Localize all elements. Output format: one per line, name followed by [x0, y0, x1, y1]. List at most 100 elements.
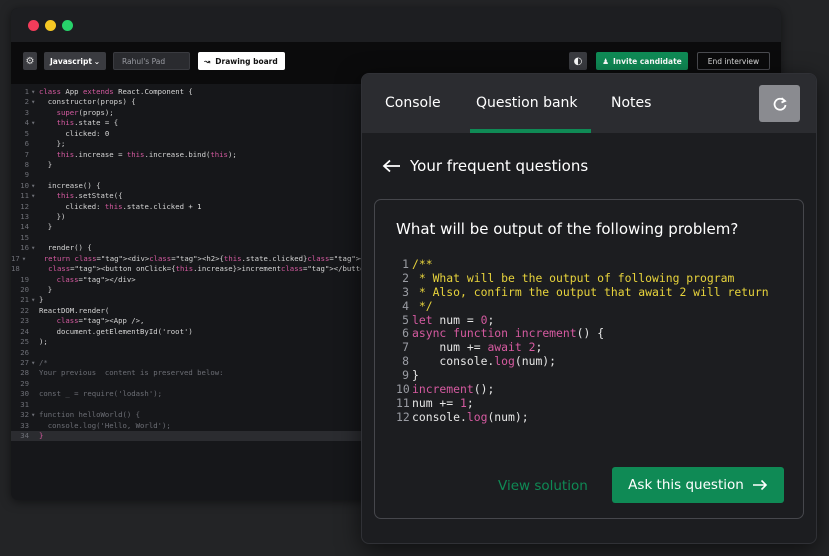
code-line[interactable]: 14 } — [11, 222, 371, 232]
code-line[interactable]: 33 console.log('Hello, World'); — [11, 421, 371, 431]
drawing-board-button[interactable]: ↝ Drawing board — [198, 52, 285, 70]
line-number: 18 — [11, 264, 20, 274]
code-line[interactable]: 22 ReactDOM.render( — [11, 306, 371, 316]
fold-icon[interactable]: ▾ — [31, 191, 39, 201]
settings-button[interactable]: ⚙ — [23, 52, 37, 70]
code-text: document.getElementById('root') — [39, 326, 193, 336]
code-line[interactable]: 12 clicked: this.state.clicked + 1 — [11, 202, 371, 212]
code-line[interactable]: 13 }) — [11, 212, 371, 222]
code-line[interactable]: 4 ▾ this.state = { — [11, 118, 371, 128]
code-line[interactable]: 5 clicked: 0 — [11, 129, 371, 139]
tab-question-bank[interactable]: Question bank — [476, 95, 578, 111]
snippet-line-number: 8 — [402, 354, 409, 369]
code-line[interactable]: 28 Your previous content is preserved bel… — [11, 368, 371, 378]
code-line[interactable]: 29 — [11, 379, 371, 389]
line-number: 2 — [24, 97, 29, 107]
view-solution-link[interactable]: View solution — [498, 478, 588, 494]
code-area[interactable]: 1 ▾ class App extends React.Component {2 ▾ … — [11, 87, 382, 442]
code-line[interactable]: 32 ▾ function helloWorld() { — [11, 410, 371, 420]
fold-icon — [31, 421, 39, 431]
code-text: } — [39, 430, 44, 440]
fold-icon — [31, 170, 39, 180]
fold-icon[interactable]: ▾ — [31, 358, 39, 368]
fold-icon[interactable]: ▾ — [31, 243, 39, 253]
code-text: return class="tag"><div>class="tag"><h2>… — [43, 253, 383, 263]
end-interview-button[interactable]: End interview — [697, 52, 770, 70]
code-line[interactable]: 20 } — [11, 285, 371, 295]
line-number: 25 — [20, 337, 29, 347]
close-dot[interactable] — [28, 20, 39, 31]
fold-icon[interactable]: ▾ — [31, 410, 39, 420]
code-text: } — [39, 285, 53, 295]
snippet-line-number: 6 — [402, 326, 409, 341]
fold-icon[interactable]: ▾ — [31, 295, 39, 305]
code-line[interactable]: 31 — [11, 400, 371, 410]
code-line[interactable]: 25); — [11, 337, 371, 347]
tab-console[interactable]: Console — [385, 95, 441, 111]
code-line[interactable]: 18 class="tag"><button onClick={this.inc… — [11, 264, 374, 274]
fold-icon — [31, 327, 39, 337]
maximize-dot[interactable] — [62, 20, 73, 31]
code-line[interactable]: 19 class="tag"></div> — [11, 275, 371, 285]
line-number: 3 — [24, 107, 29, 117]
pad-name-field[interactable]: Rahul's Pad — [113, 52, 190, 70]
code-text: this.setState({ — [56, 191, 123, 201]
snippet-line-number: 7 — [402, 340, 409, 355]
snippet-line-number: 2 — [402, 270, 409, 285]
line-number: 24 — [20, 326, 29, 336]
question-title: What will be output of the following pro… — [396, 220, 739, 238]
code-line[interactable]: 21 ▾} — [11, 295, 371, 305]
fold-icon[interactable]: ▾ — [31, 118, 39, 128]
fold-icon[interactable]: ▾ — [31, 181, 39, 191]
back-row[interactable]: Your frequent questions — [382, 157, 588, 175]
fold-icon — [31, 275, 39, 285]
code-line[interactable]: 26 — [11, 348, 371, 358]
code-line[interactable]: 17 ▾ return class="tag"><div>class="tag">… — [11, 254, 382, 264]
code-line[interactable]: 6 }; — [11, 139, 371, 149]
code-text: }) — [39, 212, 66, 222]
contrast-icon: ◐ — [573, 55, 583, 67]
theme-toggle-button[interactable]: ◐ — [569, 52, 587, 70]
code-line[interactable]: 2 ▾ constructor(props) { — [11, 97, 371, 107]
code-line[interactable]: 10 ▾ increase() { — [11, 181, 371, 191]
code-line[interactable]: 8 } — [11, 160, 371, 170]
code-text: increase() { — [39, 180, 101, 190]
fold-icon[interactable]: ▾ — [31, 97, 39, 107]
ask-question-button[interactable]: Ask this question — [612, 467, 784, 503]
language-select[interactable]: Javascript ⌄ — [44, 52, 106, 70]
code-line[interactable]: 30 const _ = require('lodash'); — [11, 389, 371, 399]
snippet-line: 10 increment(); — [396, 382, 769, 397]
code-line[interactable]: 9 — [11, 170, 371, 180]
snippet-line-number: 3 — [402, 284, 409, 299]
code-line[interactable]: 7 this.increase = this.increase.bind(thi… — [11, 150, 371, 160]
question-code-snippet: 1/** 2 * What will be the output of follo… — [396, 257, 769, 425]
code-line[interactable]: 24 document.getElementById('root') — [11, 327, 371, 337]
code-line[interactable]: 11 ▾ this.setState({ — [11, 191, 371, 201]
minimize-dot[interactable] — [45, 20, 56, 31]
code-text: } — [39, 222, 53, 232]
code-line[interactable]: 34} — [11, 430, 371, 442]
snippet-line: 5 let num = 0; — [396, 312, 769, 328]
code-line[interactable]: 3 super(props); — [11, 108, 371, 118]
code-text: this.increase = this.increase.bind(this)… — [56, 149, 237, 159]
active-tab-indicator — [470, 129, 591, 133]
code-line[interactable]: 15 — [11, 233, 371, 243]
snippet-text: num += await 2; — [412, 340, 543, 355]
code-line[interactable]: 16 ▾ render() { — [11, 243, 371, 253]
snippet-line-number: 5 — [402, 312, 409, 327]
line-number: 34 — [20, 430, 29, 440]
line-number: 13 — [20, 212, 29, 222]
invite-candidate-button[interactable]: ♟ Invite candidate — [596, 52, 688, 70]
code-line[interactable]: 23 class="tag"><App />, — [11, 316, 371, 326]
code-line[interactable]: 27 ▾/* — [11, 358, 371, 368]
tab-notes[interactable]: Notes — [611, 95, 651, 111]
refresh-button[interactable] — [759, 85, 800, 122]
code-text: class="tag"><button onClick={this.increa… — [48, 264, 374, 274]
fold-icon[interactable]: ▾ — [31, 87, 39, 97]
snippet-line-number: 4 — [402, 298, 409, 313]
drawing-icon: ↝ — [204, 56, 211, 66]
line-number: 32 — [20, 410, 29, 420]
snippet-line: 12 console.log(num); — [396, 410, 769, 425]
fold-icon — [31, 306, 39, 316]
code-line[interactable]: 1 ▾ class App extends React.Component { — [11, 87, 371, 97]
